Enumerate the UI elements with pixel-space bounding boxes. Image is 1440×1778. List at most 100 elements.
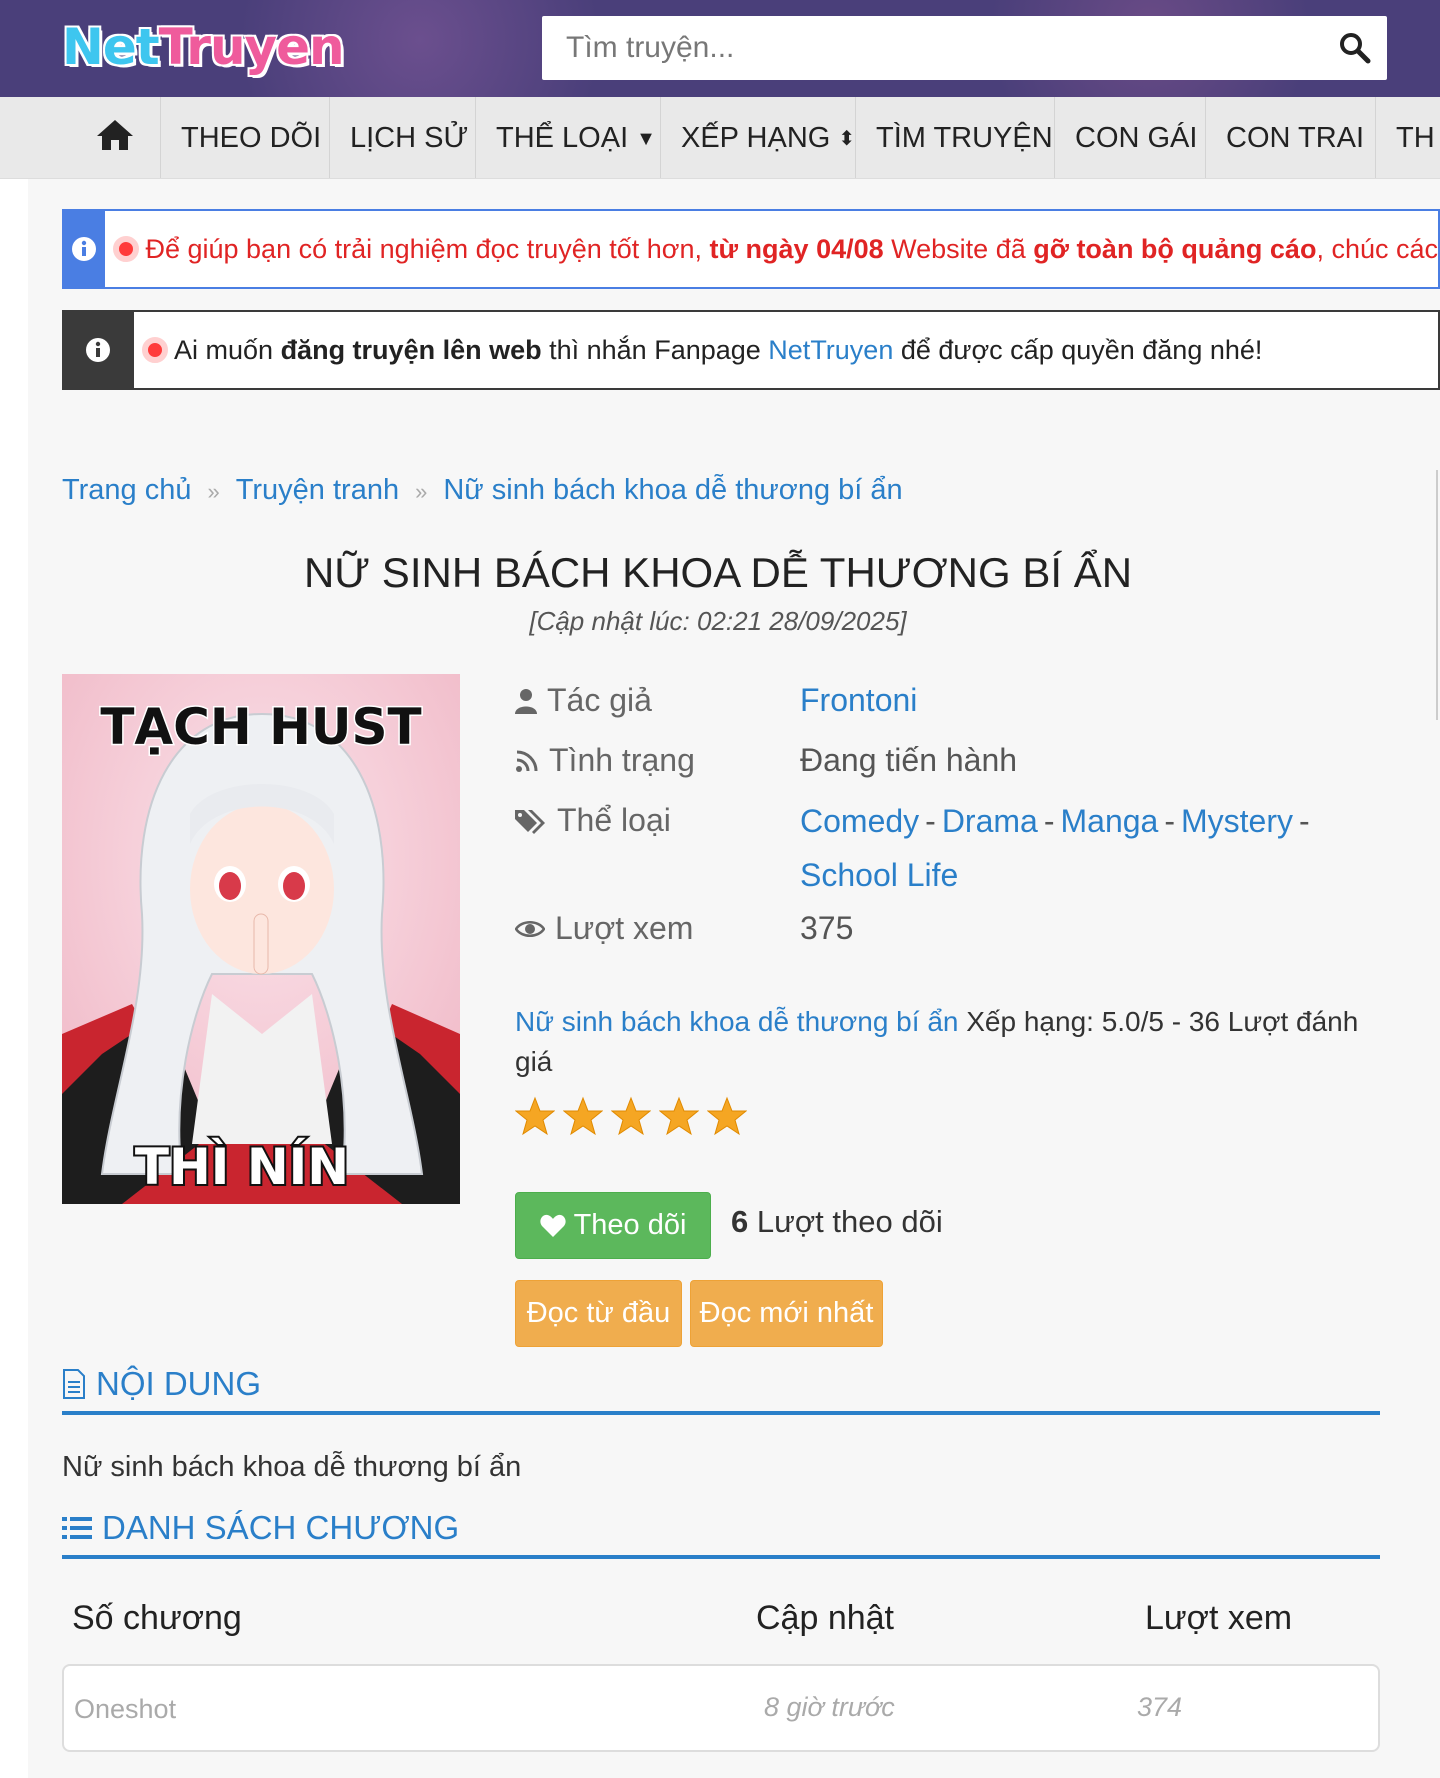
nav-lich-su[interactable]: LỊCH SỬ [329, 97, 488, 178]
site-header: NetTruyen [0, 0, 1440, 97]
user-icon [515, 688, 537, 714]
site-logo[interactable]: NetTruyen [62, 14, 345, 80]
document-icon [63, 1369, 85, 1399]
sort-icon: ⬍ [838, 128, 856, 150]
cover-top-text: TẠCH HUST [100, 698, 421, 756]
alert-text: Để giúp bạn có trải nghiệm đọc truyện tố… [145, 233, 710, 264]
star-icon[interactable] [611, 1096, 651, 1136]
main-nav: THEO DÕI LỊCH SỬ THỂ LOẠI ▼ XẾP HẠNG ⬍ TÌM… [0, 97, 1440, 179]
search-icon[interactable] [1337, 30, 1373, 66]
nav-con-gai[interactable]: CON GÁI [1054, 97, 1217, 178]
caret-down-icon: ▼ [636, 128, 656, 150]
read-first-button[interactable]: Đọc từ đầu [515, 1280, 682, 1347]
nav-theo-doi[interactable]: THEO DÕI [160, 97, 341, 178]
author-label: Tác giả [515, 682, 652, 719]
chapter-list-heading: DANH SÁCH CHƯƠNG [62, 1501, 1380, 1559]
chapter-row[interactable]: Oneshot 8 giờ trước 374 [62, 1664, 1380, 1752]
genre-link[interactable]: Mystery [1181, 803, 1293, 839]
alert-bold: từ ngày 04/08 [709, 233, 884, 264]
nav-label: CON GÁI [1075, 122, 1198, 154]
alert-text: Ai muốn [174, 334, 281, 365]
alert-message: Ai muốn đăng truyện lên web thì nhắn Fan… [134, 335, 1262, 366]
alert-ads-removed: Để giúp bạn có trải nghiệm đọc truyện tố… [62, 209, 1440, 289]
red-dot-icon [142, 336, 168, 363]
alert-text: Website đã [883, 233, 1034, 264]
follow-button-label: Theo dõi [573, 1209, 687, 1241]
genre-link[interactable]: Comedy [800, 803, 919, 839]
chapter-link[interactable]: Oneshot [74, 1694, 176, 1725]
alert-text: thì nhắn Fanpage [541, 334, 769, 365]
heart-icon [539, 1214, 566, 1237]
star-rating[interactable] [515, 1096, 747, 1136]
nav-label: TH [1396, 122, 1435, 154]
column-header-chapter: Số chương [72, 1599, 242, 1637]
breadcrumb: Trang chủ » Truyện tranh » Nữ sinh bách khoa… [62, 474, 903, 507]
fanpage-link[interactable]: NetTruyen [768, 335, 893, 365]
author-link[interactable]: Frontoni [800, 682, 917, 719]
alert-text: để được cấp quyền đăng nhé! [893, 334, 1263, 365]
nav-label: THEO DÕI [181, 122, 322, 154]
chapter-views: 374 [1137, 1692, 1183, 1722]
follow-count-number: 6 [731, 1204, 749, 1239]
read-latest-button[interactable]: Đọc mới nhất [690, 1280, 883, 1347]
sidebar-edge [1436, 470, 1440, 720]
breadcrumb-separator: » [415, 479, 428, 504]
nav-xep-hang[interactable]: XẾP HẠNG ⬍ [660, 97, 875, 178]
nav-label: TÌM TRUYỆN [876, 122, 1053, 154]
breadcrumb-current[interactable]: Nữ sinh bách khoa dễ thương bí ẩn [443, 474, 902, 506]
follow-count-text: Lượt theo dõi [748, 1204, 943, 1239]
logo-part-2: Truyen [158, 18, 345, 76]
nav-tim-truyen[interactable]: TÌM TRUYỆN [855, 97, 1073, 178]
info-icon [62, 312, 134, 388]
nav-label: LỊCH SỬ [350, 122, 469, 154]
genre-link[interactable]: Drama [942, 803, 1038, 839]
star-icon[interactable] [515, 1096, 555, 1136]
genre-link[interactable]: School Life [800, 857, 958, 893]
rss-icon [516, 750, 538, 772]
nav-more[interactable]: TH [1375, 97, 1440, 178]
star-icon[interactable] [707, 1096, 747, 1136]
info-icon [62, 211, 106, 287]
status-label: Tình trạng [515, 742, 695, 779]
breadcrumb-separator: » [207, 479, 220, 504]
red-dot-icon [113, 235, 140, 262]
nav-label: CON TRAI [1226, 122, 1365, 154]
content-heading: NỘI DUNG [62, 1357, 1380, 1415]
star-icon[interactable] [659, 1096, 699, 1136]
column-header-views: Lượt xem [1145, 1599, 1293, 1637]
home-icon [95, 120, 135, 154]
views-label: Lượt xem [515, 910, 693, 947]
status-value: Đang tiến hành [800, 742, 1018, 778]
follow-count: 6 Lượt theo dõi [731, 1204, 943, 1240]
alert-bold: đăng truyện lên web [280, 334, 542, 365]
logo-part-1: Net [62, 18, 160, 76]
alert-message: Để giúp bạn có trải nghiệm đọc truyện tố… [105, 234, 1438, 265]
breadcrumb-comics[interactable]: Truyện tranh [236, 474, 399, 506]
rating-comic-link[interactable]: Nữ sinh bách khoa dễ thương bí ẩn [515, 1006, 958, 1037]
chapter-updated: 8 giờ trước [764, 1692, 895, 1722]
genre-label: Thể loại [515, 802, 671, 839]
nav-con-trai[interactable]: CON TRAI [1205, 97, 1384, 178]
updated-time: [Cập nhật lúc: 02:21 28/09/2025] [529, 606, 907, 636]
content-description: Nữ sinh bách khoa dễ thương bí ẩn [62, 1451, 522, 1483]
genre-link[interactable]: Manga [1060, 803, 1158, 839]
chapter-list-heading-label: DANH SÁCH CHƯƠNG [102, 1509, 460, 1546]
search-input[interactable] [542, 16, 1322, 80]
page-title: NỮ SINH BÁCH KHOA DỄ THƯƠNG BÍ ẨN [303, 549, 1133, 596]
search-box [542, 16, 1387, 80]
genre-list: Comedy - Drama - Manga - Mystery - School Life [800, 803, 1310, 893]
main-content: Để giúp bạn có trải nghiệm đọc truyện tố… [28, 179, 1440, 1778]
tags-icon [515, 809, 545, 834]
star-icon[interactable] [563, 1096, 603, 1136]
views-value: 375 [800, 910, 854, 946]
nav-label: XẾP HẠNG [681, 122, 831, 154]
breadcrumb-home[interactable]: Trang chủ [62, 474, 192, 506]
nav-home[interactable] [70, 97, 160, 178]
follow-button[interactable]: Theo dõi [515, 1192, 711, 1259]
alert-upload-info: Ai muốn đăng truyện lên web thì nhắn Fan… [62, 310, 1440, 390]
comic-cover[interactable]: TẠCH HUST THÌ NÍN [62, 674, 460, 1204]
list-icon [62, 1517, 92, 1539]
nav-label: THỂ LOẠI [496, 122, 629, 154]
eye-icon [515, 920, 545, 937]
nav-the-loai[interactable]: THỂ LOẠI ▼ [475, 97, 676, 178]
